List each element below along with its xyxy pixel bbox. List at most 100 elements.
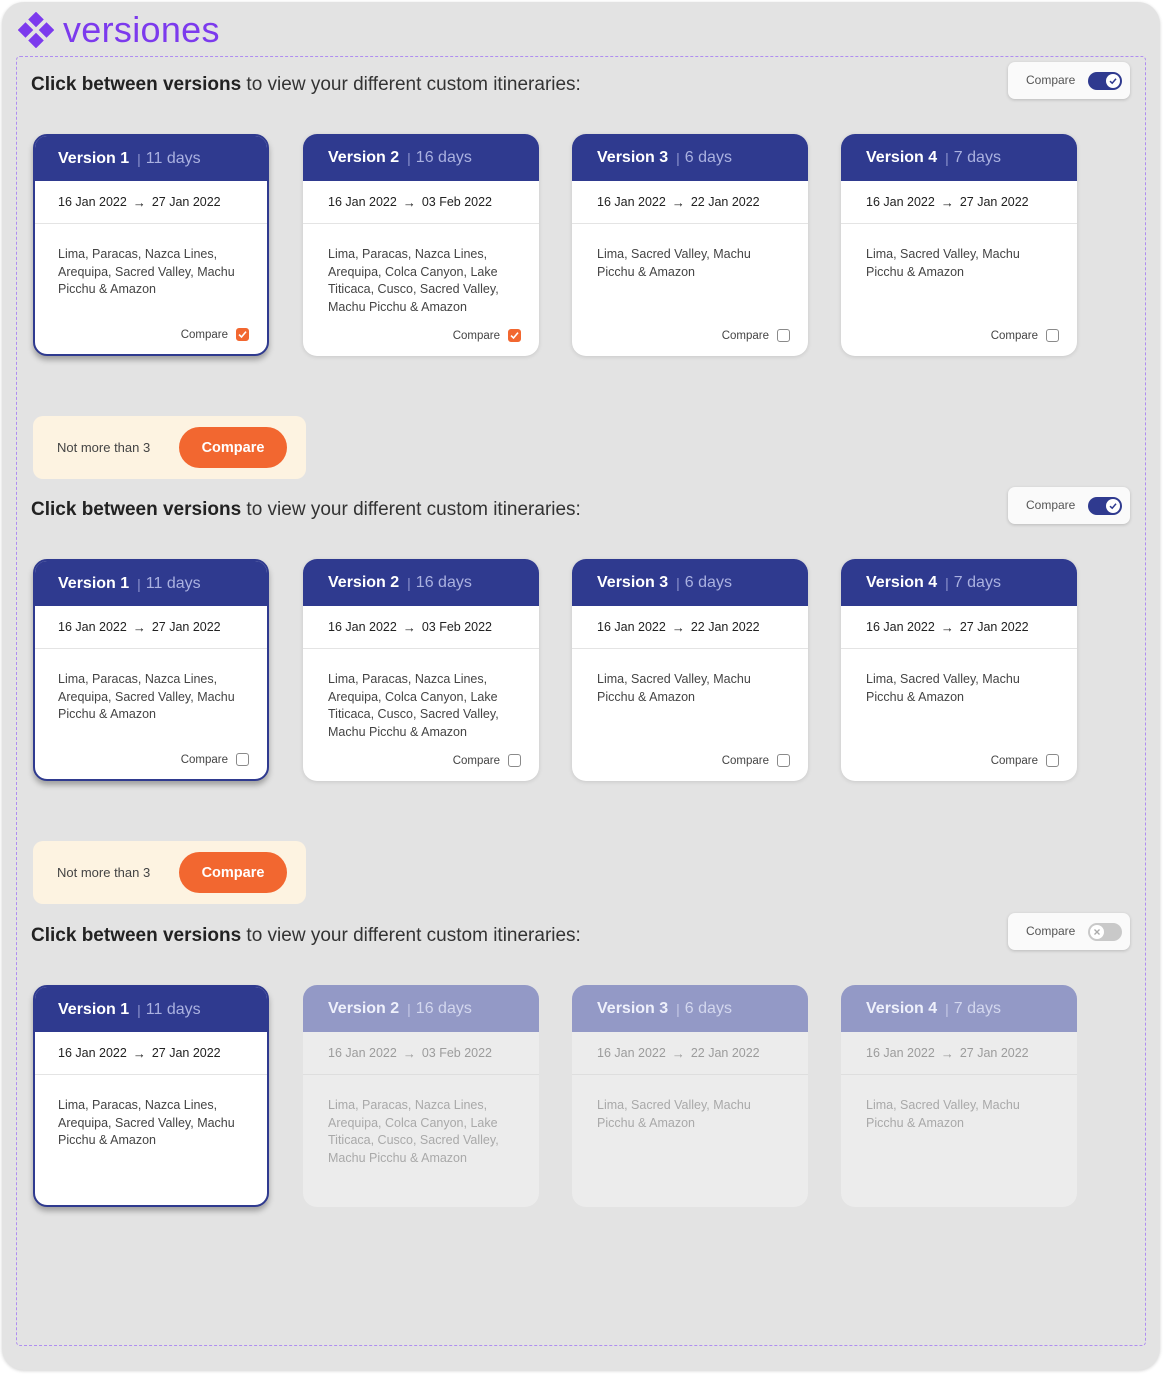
version-title: Version 2: [328, 573, 400, 591]
title-separator: |: [137, 575, 141, 592]
date-range: 16 Jan 2022 → 27 Jan 2022: [35, 1032, 267, 1075]
compare-limit-banner: Not more than 3 Compare: [33, 416, 306, 479]
title-separator: |: [945, 149, 949, 166]
version-card-3: Version 3 | 6 days 16 Jan 2022 → 22 Jan 2022 L…: [572, 985, 808, 1207]
compare-checkbox-row[interactable]: Compare: [453, 754, 521, 767]
version-title: Version 1: [58, 574, 130, 592]
versions-section: Click between versions to view your diff…: [0, 913, 1164, 1344]
compare-checkbox[interactable]: [1046, 329, 1059, 342]
compare-checkbox[interactable]: [508, 329, 521, 342]
version-title: Version 2: [328, 999, 400, 1017]
compare-checkbox[interactable]: [1046, 754, 1059, 767]
compare-toggle[interactable]: Compare: [1008, 62, 1130, 99]
start-date: 16 Jan 2022: [866, 620, 935, 634]
compare-checkbox-row[interactable]: Compare: [722, 754, 790, 767]
intro-text: Click between versions to view your diff…: [31, 498, 581, 522]
brand: versiones: [18, 10, 220, 50]
card-header: Version 4 | 7 days: [841, 985, 1077, 1032]
compare-checkbox-row[interactable]: Compare: [181, 753, 249, 766]
version-title: Version 3: [597, 573, 669, 591]
destinations: Lima, Paracas, Nazca Lines, Arequipa, Co…: [328, 1098, 499, 1165]
arrow-right-icon: →: [671, 619, 685, 635]
compare-checkbox-row[interactable]: Compare: [722, 329, 790, 342]
start-date: 16 Jan 2022: [597, 195, 666, 209]
compare-checkbox[interactable]: [777, 329, 790, 342]
version-card-3[interactable]: Version 3 | 6 days 16 Jan 2022 → 22 Jan 2022 L…: [572, 559, 808, 781]
compare-checkbox-row[interactable]: Compare: [991, 329, 1059, 342]
card-header: Version 1 | 11 days: [35, 987, 267, 1032]
arrow-right-icon: →: [940, 1045, 954, 1061]
end-date: 27 Jan 2022: [959, 1046, 1029, 1060]
brand-name: versiones: [63, 9, 220, 50]
version-card-1[interactable]: Version 1 | 11 days 16 Jan 2022 → 27 Jan 2022…: [33, 559, 269, 781]
version-title: Version 1: [58, 149, 130, 167]
start-date: 16 Jan 2022: [328, 620, 397, 634]
version-card-4[interactable]: Version 4 | 7 days 16 Jan 2022 → 27 Jan 2022 L…: [841, 559, 1077, 781]
intro-bold: Click between versions: [31, 925, 242, 946]
end-date: 27 Jan 2022: [151, 195, 221, 209]
date-range: 16 Jan 2022 → 27 Jan 2022: [841, 181, 1077, 224]
card-header: Version 4 | 7 days: [841, 559, 1077, 606]
compare-checkbox[interactable]: [236, 328, 249, 341]
destinations: Lima, Sacred Valley, Machu Picchu & Amaz…: [597, 1098, 751, 1130]
date-range: 16 Jan 2022 → 03 Feb 2022: [303, 181, 539, 224]
diamond-cluster-icon: [18, 12, 54, 48]
compare-button[interactable]: Compare: [179, 427, 287, 468]
end-date: 27 Jan 2022: [959, 620, 1029, 634]
version-card-2[interactable]: Version 2 | 16 days 16 Jan 2022 → 03 Feb 2022…: [303, 559, 539, 781]
compare-checkbox-row[interactable]: Compare: [991, 754, 1059, 767]
title-separator: |: [137, 1001, 141, 1018]
destinations: Lima, Paracas, Nazca Lines, Arequipa, Sa…: [58, 1098, 235, 1147]
title-separator: |: [945, 574, 949, 591]
compare-checkbox[interactable]: [508, 754, 521, 767]
compare-limit-banner: Not more than 3 Compare: [33, 841, 306, 904]
check-icon: [1106, 499, 1120, 513]
compare-checkbox-row[interactable]: Compare: [181, 328, 249, 341]
destinations: Lima, Sacred Valley, Machu Picchu & Amaz…: [597, 247, 751, 279]
date-range: 16 Jan 2022 → 22 Jan 2022: [572, 1032, 808, 1075]
title-separator: |: [137, 150, 141, 167]
date-range: 16 Jan 2022 → 27 Jan 2022: [841, 606, 1077, 649]
title-separator: |: [945, 1000, 949, 1017]
end-date: 22 Jan 2022: [690, 195, 760, 209]
version-days: 16 days: [415, 148, 472, 166]
date-range: 16 Jan 2022 → 22 Jan 2022: [572, 606, 808, 649]
compare-checkbox-row[interactable]: Compare: [453, 329, 521, 342]
version-card-2[interactable]: Version 2 | 16 days 16 Jan 2022 → 03 Feb 2022…: [303, 134, 539, 356]
compare-checkbox[interactable]: [777, 754, 790, 767]
compare-label: Compare: [452, 329, 500, 342]
checkmark-icon: [510, 332, 519, 340]
version-card-4[interactable]: Version 4 | 7 days 16 Jan 2022 → 27 Jan 2022 L…: [841, 134, 1077, 356]
card-header: Version 2 | 16 days: [303, 559, 539, 606]
destinations: Lima, Paracas, Nazca Lines, Arequipa, Co…: [328, 672, 499, 739]
compare-checkbox[interactable]: [236, 753, 249, 766]
arrow-right-icon: →: [671, 1045, 685, 1061]
version-card-1[interactable]: Version 1 | 11 days 16 Jan 2022 → 27 Jan 2022…: [33, 985, 269, 1207]
toggle-switch[interactable]: [1088, 923, 1122, 941]
card-header: Version 3 | 6 days: [572, 559, 808, 606]
compare-label: Compare: [721, 754, 769, 767]
end-date: 27 Jan 2022: [151, 620, 221, 634]
intro-rest: to view your different custom itinerarie…: [241, 74, 581, 95]
destinations: Lima, Paracas, Nazca Lines, Arequipa, Co…: [328, 247, 499, 314]
version-title: Version 2: [328, 148, 400, 166]
card-header: Version 1 | 11 days: [35, 561, 267, 606]
compare-toggle[interactable]: Compare: [1008, 487, 1130, 524]
title-separator: |: [407, 574, 411, 591]
title-separator: |: [407, 1000, 411, 1017]
compare-toggle[interactable]: Compare: [1008, 913, 1130, 950]
version-days: 7 days: [953, 148, 1001, 166]
date-range: 16 Jan 2022 → 27 Jan 2022: [841, 1032, 1077, 1075]
start-date: 16 Jan 2022: [597, 620, 666, 634]
compare-toggle-label: Compare: [1026, 73, 1076, 87]
title-separator: |: [407, 149, 411, 166]
toggle-switch[interactable]: [1088, 72, 1122, 90]
version-card-1[interactable]: Version 1 | 11 days 16 Jan 2022 → 27 Jan 2022…: [33, 134, 269, 356]
toggle-switch[interactable]: [1088, 497, 1122, 515]
intro-rest: to view your different custom itinerarie…: [241, 499, 581, 520]
version-title: Version 4: [866, 999, 938, 1017]
card-header: Version 1 | 11 days: [35, 136, 267, 181]
compare-label: Compare: [721, 329, 769, 342]
version-card-3[interactable]: Version 3 | 6 days 16 Jan 2022 → 22 Jan 2022 L…: [572, 134, 808, 356]
compare-button[interactable]: Compare: [179, 852, 287, 893]
